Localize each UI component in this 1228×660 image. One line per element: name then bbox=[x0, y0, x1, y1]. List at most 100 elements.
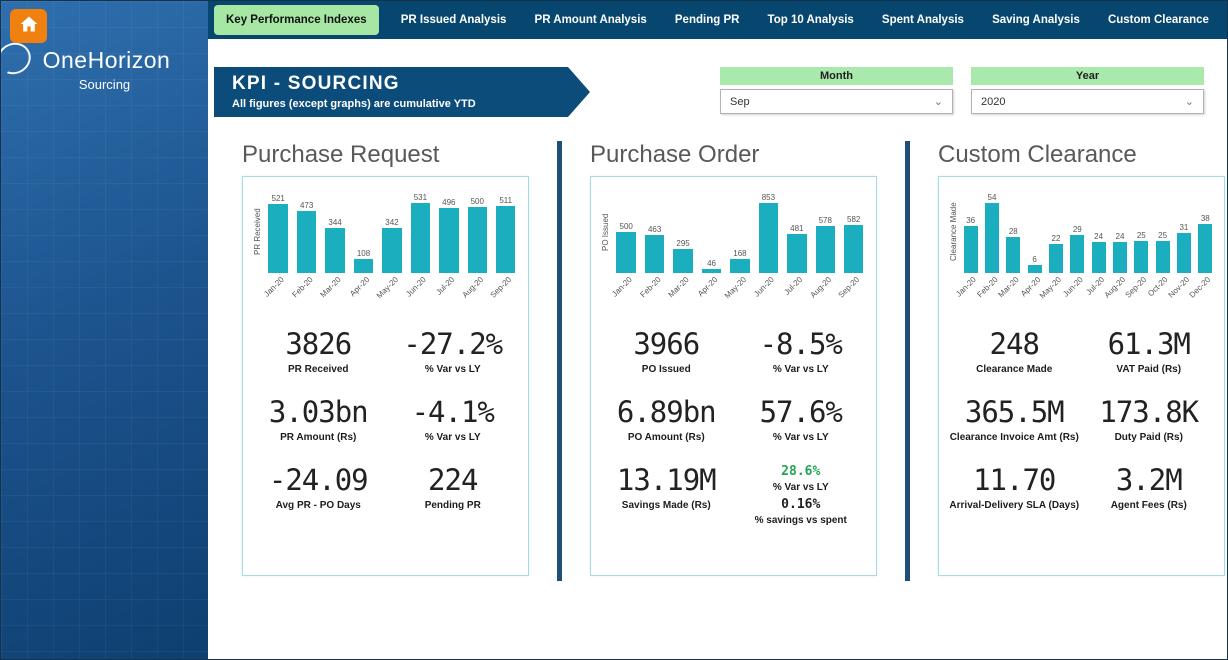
bar[interactable] bbox=[645, 235, 665, 273]
bar[interactable] bbox=[411, 203, 431, 273]
stat-label: % Var vs LY bbox=[734, 432, 869, 443]
tab-key-performance-indexes[interactable]: Key Performance Indexes bbox=[214, 5, 379, 35]
bar-column: 295 bbox=[671, 239, 695, 273]
bar[interactable] bbox=[1134, 241, 1148, 273]
bar[interactable] bbox=[759, 203, 779, 273]
bar-value-label: 24 bbox=[1094, 232, 1103, 241]
stat-cell: 3826PR Received bbox=[251, 329, 386, 375]
bars-row: 36542862229242425253138 bbox=[960, 189, 1216, 273]
bar[interactable] bbox=[268, 204, 288, 273]
bar-column: 496 bbox=[437, 198, 461, 273]
filter-value-year: 2020 bbox=[981, 96, 1005, 108]
filter-year: Year2020⌄ bbox=[971, 67, 1204, 114]
bar[interactable] bbox=[1049, 244, 1063, 273]
bar[interactable] bbox=[816, 226, 836, 273]
bar-column: 342 bbox=[380, 218, 404, 273]
stats-grid: 3966PO Issued-8.5%% Var vs LY6.89bnPO Am… bbox=[599, 329, 868, 531]
bar[interactable] bbox=[496, 206, 516, 273]
stat-value: 248 bbox=[947, 329, 1082, 361]
bar-value-label: 582 bbox=[847, 215, 860, 224]
bar[interactable] bbox=[1028, 265, 1042, 273]
stat-label: % Var vs LY bbox=[734, 482, 869, 493]
x-label: Apr-20 bbox=[699, 273, 723, 307]
x-axis-labels: Jan-20Feb-20Mar-20Apr-20May-20Jun-20Jul-… bbox=[264, 273, 520, 307]
stat-cell: -4.1%% Var vs LY bbox=[386, 397, 521, 443]
tab-pending-pr[interactable]: Pending PR bbox=[669, 14, 746, 26]
bar-value-label: 168 bbox=[733, 249, 746, 258]
stat-value: 11.70 bbox=[947, 465, 1082, 497]
x-axis-labels: Jan-20Feb-20Mar-20Apr-20May-20Jun-20Jul-… bbox=[960, 273, 1216, 307]
bar[interactable] bbox=[1198, 224, 1212, 273]
bar-value-label: 481 bbox=[790, 224, 803, 233]
bar[interactable] bbox=[1156, 241, 1170, 273]
stat-cell: -24.09Avg PR - PO Days bbox=[251, 465, 386, 511]
tab-spent-analysis[interactable]: Spent Analysis bbox=[876, 14, 970, 26]
bar[interactable] bbox=[1006, 237, 1020, 273]
stat-cell: 173.8K Duty Paid (Rs) bbox=[1082, 397, 1217, 443]
filter-dropdown-month[interactable]: Sep⌄ bbox=[720, 89, 953, 114]
filter-dropdown-year[interactable]: 2020⌄ bbox=[971, 89, 1204, 114]
panel-title: Purchase Request bbox=[242, 141, 529, 169]
stat-value: 57.6% bbox=[734, 397, 869, 429]
stat-label: Arrival-Delivery SLA (Days) bbox=[947, 500, 1082, 511]
bar[interactable] bbox=[1177, 233, 1191, 273]
bar[interactable] bbox=[730, 259, 750, 273]
y-axis-label: PR Received bbox=[251, 189, 264, 275]
panel-purchase-request: Purchase RequestPR Received5214733441083… bbox=[242, 141, 529, 576]
bar[interactable] bbox=[1092, 242, 1106, 273]
bar-column: 481 bbox=[785, 224, 809, 273]
bar[interactable] bbox=[1113, 242, 1127, 273]
bar[interactable] bbox=[468, 207, 488, 273]
tab-custom-clearance[interactable]: Custom Clearance bbox=[1102, 14, 1215, 26]
x-label: Jan-20 bbox=[266, 273, 290, 307]
bar[interactable] bbox=[673, 249, 693, 273]
stat-cell: 6.89bnPO Amount (Rs) bbox=[599, 397, 734, 443]
bar-column: 168 bbox=[728, 249, 752, 273]
stat-cell: 11.70 Arrival-Delivery SLA (Days) bbox=[947, 465, 1082, 511]
tab-pr-issued-analysis[interactable]: PR Issued Analysis bbox=[395, 14, 513, 26]
bars-row: 50046329546168853481578582 bbox=[612, 189, 868, 273]
bar[interactable] bbox=[616, 232, 636, 273]
bar-column: 463 bbox=[642, 225, 666, 273]
bar-value-label: 54 bbox=[988, 193, 997, 202]
chart-plot: 50046329546168853481578582Jan-20Feb-20Ma… bbox=[612, 189, 868, 313]
bar-value-label: 295 bbox=[676, 239, 689, 248]
bar-column: 578 bbox=[813, 216, 837, 273]
tab-pr-amount-analysis[interactable]: PR Amount Analysis bbox=[529, 14, 653, 26]
tab-top-10-analysis[interactable]: Top 10 Analysis bbox=[762, 14, 860, 26]
stat-label: Clearance Invoice Amt (Rs) bbox=[947, 432, 1082, 443]
bar[interactable] bbox=[354, 259, 374, 273]
stat-cell: 61.3MVAT Paid (Rs) bbox=[1082, 329, 1217, 375]
bar-column: 531 bbox=[408, 193, 432, 273]
bar-column: 31 bbox=[1175, 223, 1192, 273]
bar-value-label: 500 bbox=[471, 197, 484, 206]
tab-saving-analysis[interactable]: Saving Analysis bbox=[986, 14, 1086, 26]
stat-label: Agent Fees (Rs) bbox=[1082, 500, 1217, 511]
stat-value: 3826 bbox=[251, 329, 386, 361]
vertical-divider bbox=[905, 141, 910, 581]
bar-value-label: 511 bbox=[499, 196, 512, 205]
stat-label: PR Amount (Rs) bbox=[251, 432, 386, 443]
bar[interactable] bbox=[844, 225, 864, 273]
bar[interactable] bbox=[439, 208, 459, 273]
bar-value-label: 46 bbox=[707, 259, 716, 268]
bar-column: 24 bbox=[1090, 232, 1107, 273]
stat-value: -8.5% bbox=[734, 329, 869, 361]
stat-value: 173.8K bbox=[1082, 397, 1217, 429]
stat-label: % Var vs LY bbox=[734, 364, 869, 375]
bar-column: 54 bbox=[983, 193, 1000, 273]
bar[interactable] bbox=[787, 234, 807, 273]
chart-plot: 36542862229242425253138Jan-20Feb-20Mar-2… bbox=[960, 189, 1216, 313]
bar[interactable] bbox=[1070, 235, 1084, 273]
bar[interactable] bbox=[382, 228, 402, 273]
bar-column: 582 bbox=[842, 215, 866, 273]
stat-label: Duty Paid (Rs) bbox=[1082, 432, 1217, 443]
bar-value-label: 463 bbox=[648, 225, 661, 234]
bar[interactable] bbox=[985, 203, 999, 273]
home-button[interactable] bbox=[10, 9, 47, 43]
bar[interactable] bbox=[964, 226, 978, 273]
bar-chart: PR Received521473344108342531496500511Ja… bbox=[251, 189, 520, 313]
bar[interactable] bbox=[325, 228, 345, 273]
stat-value: 224 bbox=[386, 465, 521, 497]
bar[interactable] bbox=[297, 211, 317, 273]
